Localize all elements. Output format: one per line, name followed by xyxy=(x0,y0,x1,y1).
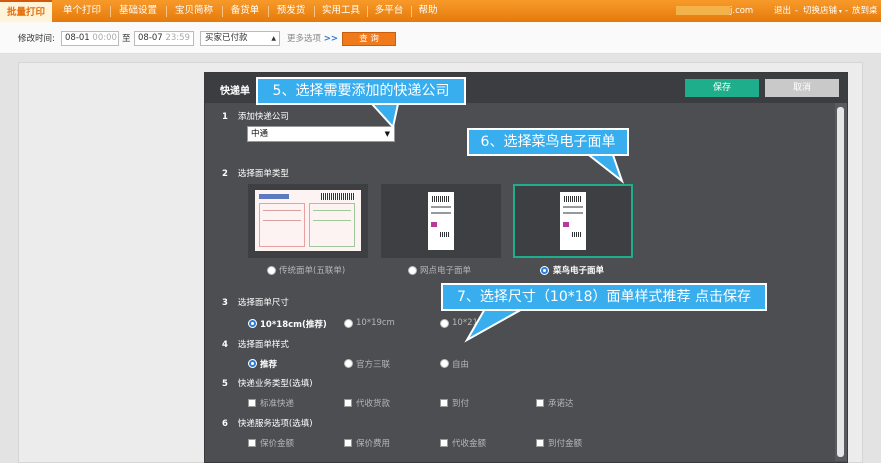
callout-step5-pointer xyxy=(369,103,400,130)
callout-step7: 7、选择尺寸（10*18）面单样式推荐 点击保存 xyxy=(441,283,767,311)
callout-step6-pointer xyxy=(582,151,625,184)
callout-step7-pointer xyxy=(464,306,530,343)
callout-pointer-arrows xyxy=(369,103,625,343)
callout-step6: 6、选择菜鸟电子面单 xyxy=(467,128,629,156)
